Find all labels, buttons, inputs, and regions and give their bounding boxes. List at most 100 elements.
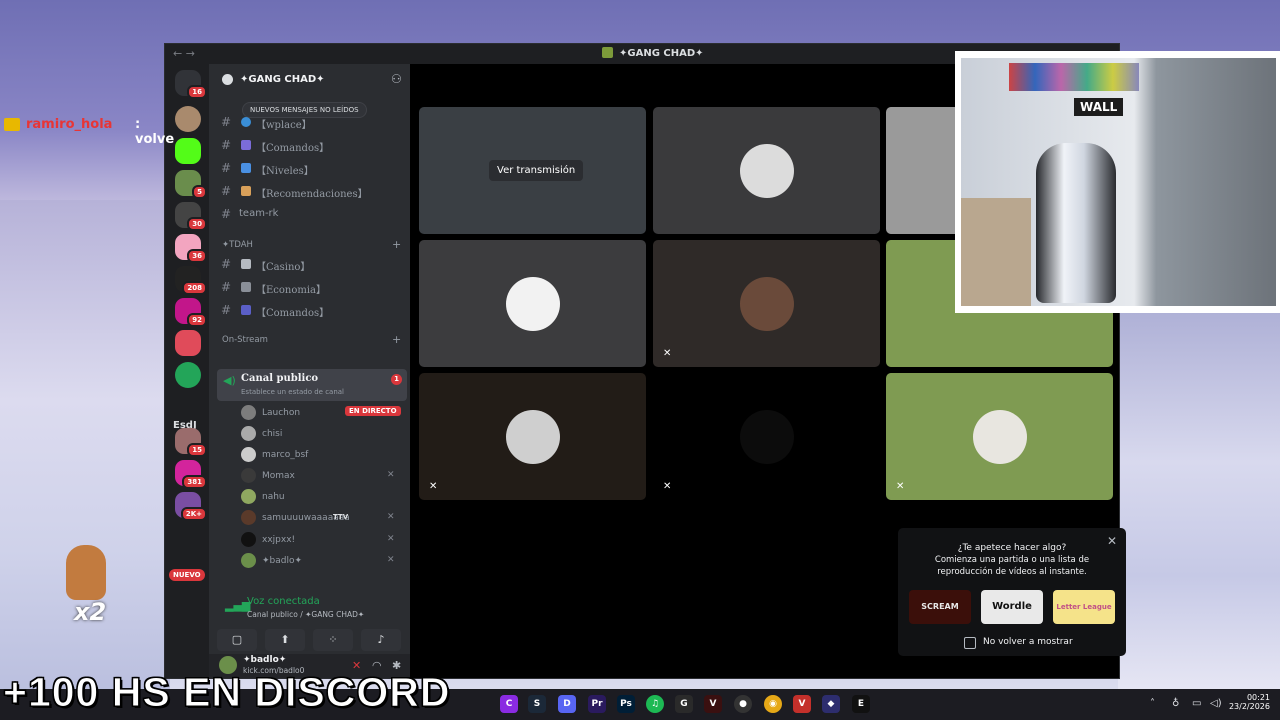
volume-icon[interactable]: ◁) (1210, 698, 1222, 709)
crown-icon (4, 118, 20, 131)
game-scream[interactable]: SCREAM (909, 590, 971, 624)
hash-icon: # (221, 303, 232, 317)
category-tdah[interactable]: ✦TDAH (222, 240, 253, 250)
deafened-icon: ✕ (663, 481, 672, 492)
chevron-up-icon[interactable]: ˄ (1150, 698, 1155, 709)
dont-show-again-checkbox[interactable] (964, 637, 976, 649)
microphone-icon[interactable]: ♁ (1172, 698, 1179, 709)
channel-economia[interactable]: # 【Economia】 (219, 277, 404, 297)
screen-share-button[interactable]: ⬆ (265, 629, 305, 651)
activities-button[interactable]: ⁘ (313, 629, 353, 651)
participant-tile[interactable]: ✕ (653, 373, 880, 500)
app-icon[interactable]: C (500, 695, 518, 713)
premiere-icon[interactable]: Pr (588, 695, 606, 713)
avatar (739, 409, 794, 464)
steam-icon[interactable]: S (528, 695, 546, 713)
voice-user[interactable]: marco_bsf (241, 445, 401, 465)
category-on-stream[interactable]: On-Stream (222, 335, 268, 345)
robot-icon (241, 140, 251, 150)
dont-show-again-label[interactable]: No volver a mostrar (983, 637, 1073, 647)
voice-user[interactable]: samuuuuwaaaaaaa TTV ✕ (241, 508, 401, 528)
app-icon[interactable]: ◆ (822, 695, 840, 713)
channel-casino[interactable]: # 【Casino】 (219, 254, 404, 274)
avatar (241, 426, 256, 441)
multiplier-label: x2 (74, 598, 107, 626)
participant-tile[interactable]: ✕ (653, 240, 880, 367)
avatar (739, 143, 794, 198)
server-folder-icon[interactable]: 381 (175, 460, 207, 489)
document-icon (241, 305, 251, 315)
server-icon[interactable]: 30 (175, 202, 207, 231)
server-icon[interactable]: 15 (175, 428, 207, 457)
mention-count: 1 (391, 374, 402, 385)
participant-tile[interactable]: ✕ (419, 373, 646, 500)
channel-team-rk[interactable]: # team-rk (219, 204, 404, 224)
voice-user[interactable]: nahu (241, 487, 401, 507)
epic-games-icon[interactable]: E (852, 695, 870, 713)
avatar (739, 276, 794, 331)
discord-icon[interactable]: D (558, 695, 576, 713)
voice-connected-label[interactable]: Voz conectada (247, 596, 320, 607)
channel-recomendaciones[interactable]: # 【Recomendaciones】 (219, 181, 404, 201)
channel-status[interactable]: Establece un estado de canal (241, 388, 344, 396)
participant-tile[interactable] (419, 240, 646, 367)
voice-user[interactable]: Lauchon EN DIRECTO (241, 403, 401, 423)
user-name[interactable]: ✦badlo✦ (243, 655, 286, 665)
app-icon[interactable]: V (704, 695, 722, 713)
channel-niveles[interactable]: # 【Niveles】 (219, 158, 404, 178)
game-wordle[interactable]: Wordle (981, 590, 1043, 624)
ttv-tag: TTV (333, 513, 349, 521)
live-badge: EN DIRECTO (345, 406, 401, 416)
voice-user[interactable]: xxjpxx! ✕ (241, 530, 401, 550)
voice-connection-panel: ▂▄▆ Voz conectada Canal publico / ✦GANG … (217, 589, 407, 654)
channel-wplace[interactable]: # 【wplace】 (219, 112, 404, 132)
add-server-icon[interactable] (175, 362, 201, 388)
server-icon[interactable] (175, 330, 201, 356)
game-shelf (1009, 63, 1139, 91)
server-folder-icon[interactable]: 2K+ (175, 492, 207, 521)
camera-off-button[interactable]: ▢ (217, 629, 257, 651)
create-channel-icon[interactable]: + (392, 333, 401, 346)
chat-message: : volve (135, 117, 175, 147)
chrome-icon[interactable]: ◉ (764, 695, 782, 713)
hash-icon: # (221, 115, 232, 129)
participant-tile[interactable]: ✕ (886, 373, 1113, 500)
new-badge[interactable]: NUEVO (169, 569, 205, 581)
monitor-icon[interactable]: ▭ (1192, 698, 1201, 709)
server-icon[interactable]: 5 (175, 170, 207, 199)
server-icon[interactable]: 208 (175, 266, 207, 295)
server-header[interactable]: ✦GANG CHAD✦ ⚇ (209, 64, 410, 96)
discord-home-icon[interactable]: 16 (175, 70, 207, 99)
avatar (241, 553, 256, 568)
spotify-icon[interactable]: ♫ (646, 695, 664, 713)
server-icon[interactable]: 36 (175, 234, 207, 263)
channel-comandos[interactable]: # 【Comandos】 (219, 135, 404, 155)
book-icon (241, 186, 251, 196)
avatar (505, 409, 560, 464)
create-channel-icon[interactable]: + (392, 238, 401, 251)
bank-icon (241, 282, 251, 292)
obs-icon[interactable]: ● (734, 695, 752, 713)
voice-channel-canal-publico[interactable]: ◀) Canal publico Establece un estado de … (217, 369, 407, 401)
game-letter-league[interactable]: Letter League (1053, 590, 1115, 624)
channel-comandos-tdah[interactable]: # 【Comandos】 (219, 300, 404, 320)
app-icon[interactable]: G (675, 695, 693, 713)
voice-user[interactable]: chisi (241, 424, 401, 444)
webcam-feed: WALL (961, 58, 1276, 306)
voice-user[interactable]: ✦badlo✦ ✕ (241, 551, 401, 571)
stream-tile[interactable]: Ver transmisión (419, 107, 646, 234)
invite-people-icon[interactable]: ⚇ (391, 72, 402, 86)
photoshop-icon[interactable]: Ps (617, 695, 635, 713)
webcam-overlay: WALL (955, 51, 1280, 313)
voice-user[interactable]: Momax ✕ (241, 466, 401, 486)
window-title: ✦GANG CHAD✦ (619, 48, 704, 59)
back-forward-arrows[interactable]: ← → (173, 47, 195, 60)
server-icon[interactable]: 92 (175, 298, 207, 327)
watch-stream-button[interactable]: Ver transmisión (489, 160, 584, 181)
clock[interactable]: 00:21 23/2/2026 (1226, 693, 1270, 711)
server-icon-avatar[interactable] (175, 106, 201, 132)
kick-server-icon[interactable] (175, 138, 201, 164)
app-icon[interactable]: V (793, 695, 811, 713)
participant-tile[interactable] (653, 107, 880, 234)
soundboard-button[interactable]: ♪ (361, 629, 401, 651)
